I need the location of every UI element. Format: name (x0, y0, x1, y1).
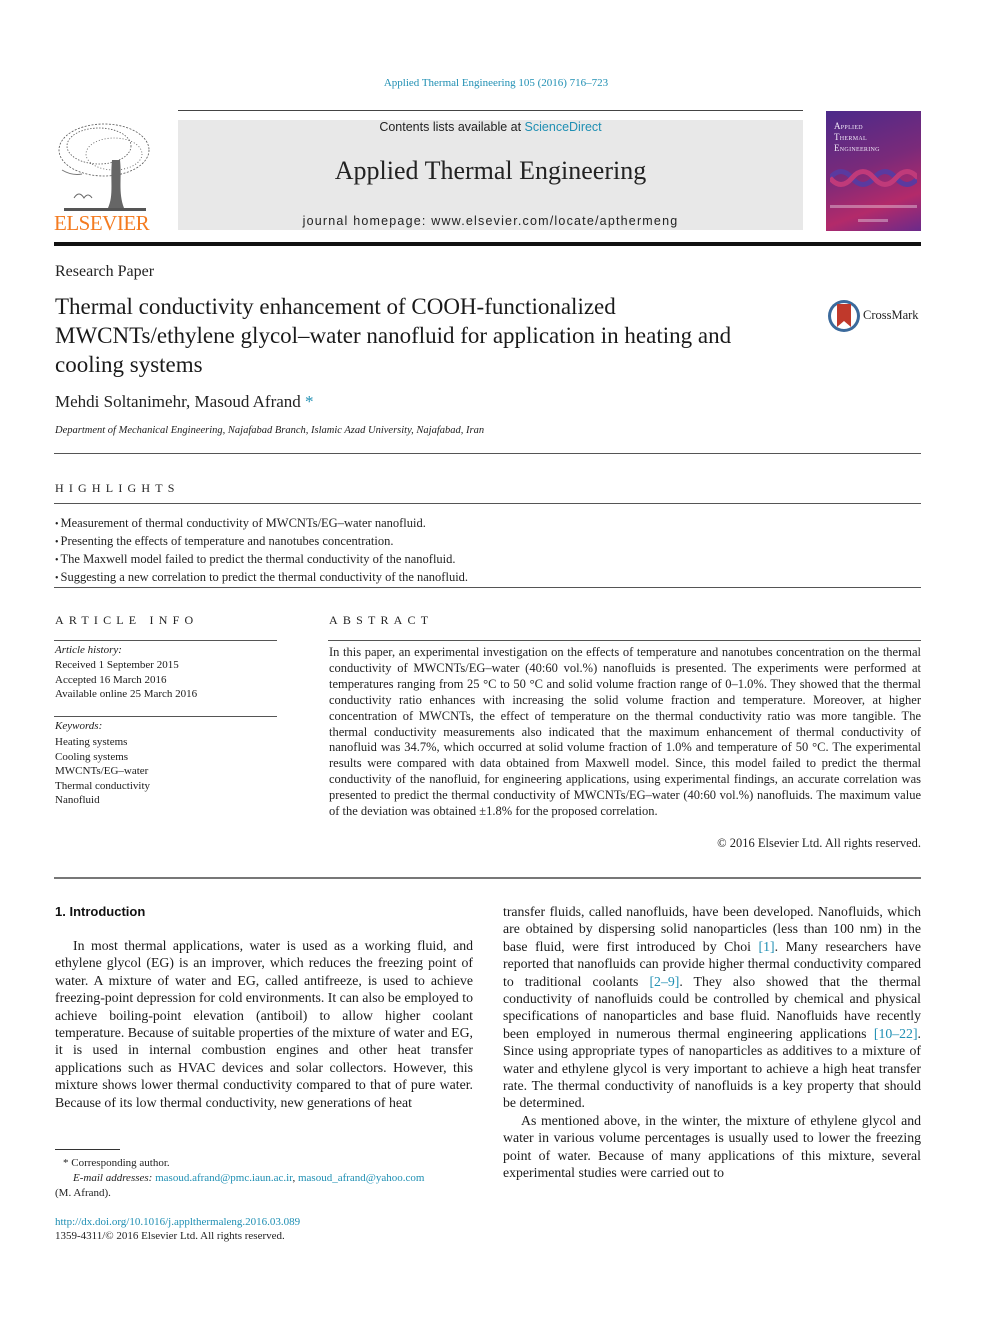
footnote-rule (55, 1149, 120, 1150)
authors-text: Mehdi Soltanimehr, Masoud Afrand (55, 392, 301, 411)
body-column-right: transfer fluids, called nanofluids, have… (503, 903, 921, 1182)
doi-link[interactable]: http://dx.doi.org/10.1016/j.applthermale… (55, 1216, 300, 1228)
divider (54, 453, 921, 454)
paragraph: transfer fluids, called nanofluids, have… (503, 903, 921, 1112)
contents-prefix: Contents lists available at (379, 120, 525, 134)
divider (54, 587, 921, 588)
highlights-heading: HIGHLIGHTS (55, 481, 180, 495)
highlight-item: The Maxwell model failed to predict the … (55, 551, 468, 569)
paragraph: As mentioned above, in the winter, the m… (503, 1112, 921, 1181)
article-type: Research Paper (55, 263, 155, 280)
crossmark-icon (828, 300, 860, 332)
history-received: Received 1 September 2015 (55, 659, 179, 671)
divider (54, 640, 277, 641)
abstract-text: In this paper, an experimental investiga… (329, 645, 921, 819)
email-label: E-mail addresses: (73, 1172, 153, 1184)
email-line: E-mail addresses: masoud.afrand@pmc.iaun… (73, 1172, 425, 1184)
email-link[interactable]: masoud_afrand@yahoo.com (298, 1172, 425, 1184)
cover-wave-pattern-icon (830, 169, 917, 187)
crossmark-label: CrossMark (863, 308, 919, 322)
history-online: Available online 25 March 2016 (55, 688, 198, 700)
history-accepted: Accepted 16 March 2016 (55, 673, 167, 686)
author-list: Mehdi Soltanimehr, Masoud Afrand * (55, 392, 314, 412)
corresponding-author-note: * Corresponding author. (63, 1157, 170, 1169)
header-rule (178, 110, 803, 111)
contents-availability: Contents lists available at ScienceDirec… (178, 120, 803, 134)
email-owner: (M. Afrand). (55, 1187, 111, 1199)
citation-link[interactable]: [1] (759, 939, 775, 954)
article-info-heading: ARTICLE INFO (55, 613, 199, 627)
journal-masthead: Contents lists available at ScienceDirec… (178, 120, 803, 230)
paragraph: In most thermal applications, water is u… (55, 938, 473, 1110)
citation-link[interactable]: [10–22] (874, 1026, 918, 1041)
highlights-list: Measurement of thermal conductivity of M… (55, 515, 469, 587)
abstract-heading: ABSTRACT (329, 613, 434, 627)
journal-citation-link[interactable]: Applied Thermal Engineering 105 (2016) 7… (0, 77, 992, 89)
highlight-item: Suggesting a new correlation to predict … (55, 569, 469, 587)
email-link[interactable]: masoud.afrand@pmc.iaun.ac.ir (155, 1172, 292, 1184)
divider (54, 503, 921, 504)
keyword: Nanofluid (55, 794, 100, 806)
footnote: * Corresponding author. E-mail addresses… (55, 1156, 475, 1201)
divider (328, 640, 921, 641)
keywords-list: Heating systems Cooling systems MWCNTs/E… (55, 735, 150, 808)
citation-link[interactable]: [2–9] (649, 974, 679, 989)
journal-cover-thumbnail[interactable]: Applied Thermal Engineering (826, 111, 921, 231)
keyword: Cooling systems (55, 750, 129, 763)
issn-copyright: 1359-4311/© 2016 Elsevier Ltd. All right… (55, 1230, 285, 1242)
highlight-item: Presenting the effects of temperature an… (55, 533, 468, 551)
article-history-label: Article history: (55, 644, 122, 656)
masthead-divider (54, 242, 921, 246)
cover-subtitle-strip (830, 205, 917, 208)
body-column-left: In most thermal applications, water is u… (55, 937, 473, 1111)
keyword: MWCNTs/EG–water (55, 765, 149, 777)
corresponding-author-mark[interactable]: * (305, 392, 314, 411)
keywords-label: Keywords: (55, 720, 103, 732)
sciencedirect-link[interactable]: ScienceDirect (525, 120, 602, 134)
article-history-list: Received 1 September 2015 Accepted 16 Ma… (55, 658, 197, 702)
cover-title: Applied Thermal Engineering (834, 121, 880, 153)
author-affiliation: Department of Mechanical Engineering, Na… (55, 425, 485, 436)
section-heading-introduction: 1. Introduction (55, 904, 146, 919)
keyword: Thermal conductivity (55, 779, 150, 792)
divider (54, 716, 277, 717)
elsevier-wordmark: ELSEVIER (54, 211, 150, 235)
journal-name: Applied Thermal Engineering (334, 156, 647, 185)
journal-homepage[interactable]: journal homepage: www.elsevier.com/locat… (178, 214, 803, 228)
article-title: Thermal conductivity enhancement of COOH… (55, 294, 732, 377)
abstract-copyright: © 2016 Elsevier Ltd. All rights reserved… (717, 836, 921, 850)
body-divider (54, 877, 921, 879)
keyword: Heating systems (55, 736, 128, 748)
crossmark-button[interactable]: CrossMark (827, 297, 937, 335)
highlight-item: Measurement of thermal conductivity of M… (55, 515, 468, 533)
cover-footer-strip (858, 219, 888, 222)
